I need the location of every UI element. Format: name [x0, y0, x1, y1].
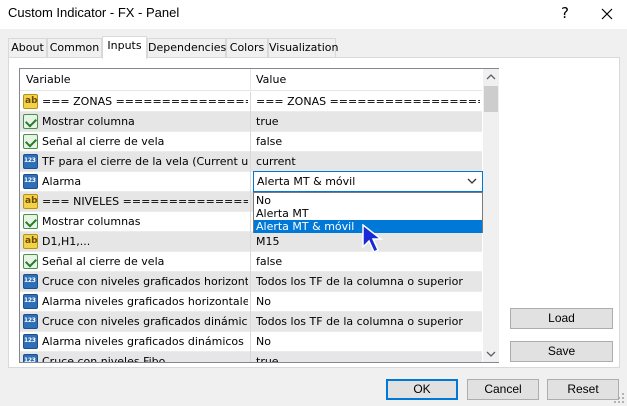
number-icon: [23, 314, 38, 329]
row-variable: Cruce con niveles graficados horizontale…: [42, 275, 248, 288]
column-divider: [250, 112, 251, 132]
bool-icon: [23, 114, 38, 129]
row-variable: Alarma: [42, 175, 82, 188]
row-value[interactable]: true: [256, 355, 480, 362]
column-divider: [250, 172, 251, 192]
grid-row[interactable]: Cruce con niveles graficados dinámicos T…: [20, 312, 482, 332]
combobox-value: Alerta MT & móvil: [257, 175, 356, 188]
ab-string-icon: [23, 194, 38, 209]
grid-scrollbar[interactable]: [483, 69, 499, 362]
grid-row[interactable]: Alarma niveles graficados dinámicos No: [20, 332, 482, 352]
row-value[interactable]: No: [256, 335, 480, 348]
row-variable: Señal al cierre de vela: [42, 135, 165, 148]
row-variable: TF para el cierre de la vela (Current ut…: [42, 155, 248, 168]
column-divider: [250, 312, 251, 332]
tab-dependencies[interactable]: Dependencies: [147, 38, 226, 58]
resize-grip-icon[interactable]: [613, 392, 625, 404]
row-value[interactable]: current: [256, 155, 480, 168]
ok-button[interactable]: OK: [386, 379, 458, 400]
chevron-down-icon[interactable]: [465, 174, 479, 188]
tab-bar: About Common Inputs Dependencies Colors …: [8, 36, 608, 59]
header-value[interactable]: Value: [256, 73, 286, 86]
column-divider: [250, 132, 251, 152]
tab-about[interactable]: About: [8, 38, 47, 58]
row-variable: D1,H1,...: [42, 235, 91, 248]
grid-row[interactable]: Mostrar columna true: [20, 112, 482, 132]
number-icon: [23, 174, 38, 189]
tab-colors[interactable]: Colors: [226, 38, 268, 58]
bool-icon: [23, 134, 38, 149]
bool-icon: [23, 254, 38, 269]
row-value[interactable]: No: [256, 295, 480, 308]
header-divider: [250, 69, 251, 91]
window-title: Custom Indicator - FX - Panel: [8, 5, 180, 20]
row-variable: Mostrar columna: [42, 115, 135, 128]
column-divider: [250, 292, 251, 312]
bool-icon: [23, 214, 38, 229]
grid-row[interactable]: Cruce con niveles graficados horizontale…: [20, 272, 482, 292]
title-bar: Custom Indicator - FX - Panel ?: [0, 0, 627, 29]
load-button[interactable]: Load: [510, 308, 613, 329]
reset-button[interactable]: Reset: [547, 379, 619, 400]
grid-header: Variable Value: [20, 69, 482, 91]
row-variable: Cruce con niveles Fibo: [42, 355, 166, 363]
grid-row[interactable]: Alarma niveles graficados horizontales N…: [20, 292, 482, 312]
header-variable[interactable]: Variable: [26, 73, 71, 86]
scroll-up-icon[interactable]: [483, 69, 499, 85]
grid-row[interactable]: === ZONAS ========================... ==…: [20, 92, 482, 112]
grid-row[interactable]: D1,H1,... M15: [20, 232, 482, 252]
alarm-combobox[interactable]: Alerta MT & móvil: [253, 171, 483, 192]
number-icon: [23, 334, 38, 349]
grid-row[interactable]: Cruce con niveles Fibo true: [20, 352, 482, 363]
save-button[interactable]: Save: [510, 341, 613, 362]
grid-row[interactable]: TF para el cierre de la vela (Current ut…: [20, 152, 482, 172]
row-value[interactable]: false: [256, 135, 480, 148]
column-divider: [250, 352, 251, 362]
column-divider: [250, 272, 251, 292]
cancel-button[interactable]: Cancel: [467, 379, 539, 400]
row-value[interactable]: === ZONAS ===========================: [256, 95, 480, 108]
tab-inputs[interactable]: Inputs: [102, 36, 147, 59]
tab-common[interactable]: Common: [47, 38, 102, 58]
number-icon: [23, 274, 38, 289]
option-no[interactable]: No: [254, 194, 482, 207]
column-divider: [250, 152, 251, 172]
grid-row[interactable]: Señal al cierre de vela false: [20, 132, 482, 152]
row-value[interactable]: Todos los TF de la columna o superior: [256, 275, 480, 288]
row-variable: Alarma niveles graficados horizontales: [42, 295, 248, 308]
close-button[interactable]: [590, 0, 624, 29]
scroll-down-icon[interactable]: [483, 346, 499, 362]
ab-string-icon: [23, 234, 38, 249]
help-button[interactable]: ?: [548, 0, 582, 29]
row-value[interactable]: Todos los TF de la columna o superior: [256, 315, 480, 328]
row-variable: === ZONAS ========================...: [42, 95, 248, 108]
column-divider: [250, 332, 251, 352]
column-divider: [250, 232, 251, 252]
row-value[interactable]: false: [256, 255, 480, 268]
row-variable: Señal al cierre de vela: [42, 255, 165, 268]
number-icon: [23, 354, 38, 362]
ab-string-icon: [23, 94, 38, 109]
column-divider: [250, 252, 251, 272]
close-icon: [601, 8, 613, 20]
option-alerta-mt[interactable]: Alerta MT: [254, 207, 482, 220]
column-divider: [250, 92, 251, 112]
row-variable: === NIVELES ======================...: [42, 195, 248, 208]
scroll-thumb[interactable]: [484, 86, 498, 112]
row-variable: Mostrar columnas: [42, 215, 141, 228]
row-variable: Cruce con niveles graficados dinámicos: [42, 315, 248, 328]
number-icon: [23, 294, 38, 309]
row-variable: Alarma niveles graficados dinámicos: [42, 335, 244, 348]
column-divider: [250, 212, 251, 232]
grid-row[interactable]: Señal al cierre de vela false: [20, 252, 482, 272]
mouse-cursor-icon: [362, 224, 384, 254]
tab-visualization[interactable]: Visualization: [268, 38, 338, 58]
column-divider: [250, 192, 251, 212]
number-icon: [23, 154, 38, 169]
row-value[interactable]: true: [256, 115, 480, 128]
